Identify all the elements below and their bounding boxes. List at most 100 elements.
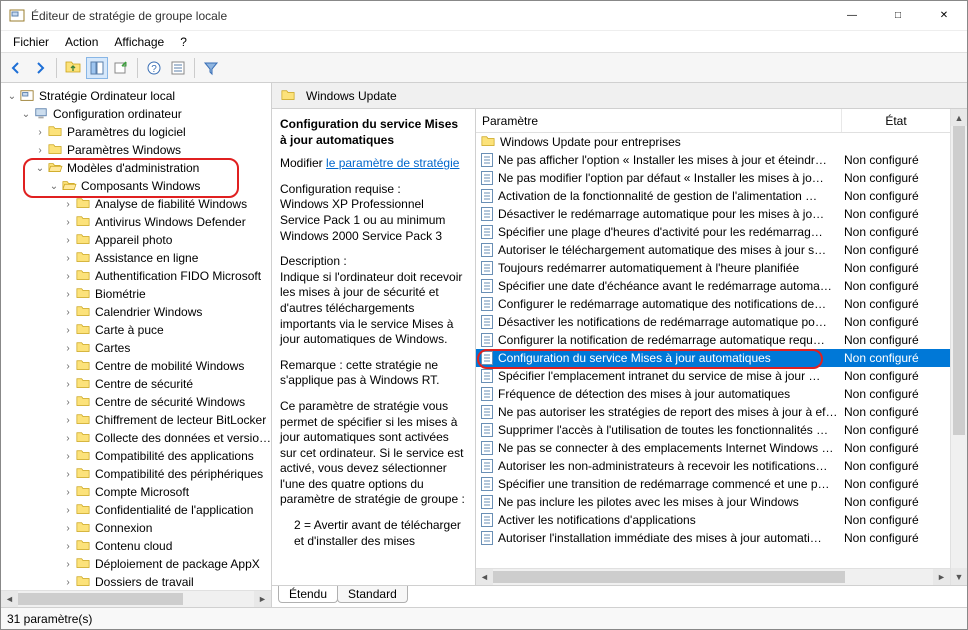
- list-row[interactable]: Activer les notifications d'applications…: [476, 511, 950, 529]
- list-scrollbar-vertical[interactable]: ▲ ▼: [950, 109, 967, 585]
- tree-item[interactable]: ›Carte à puce: [1, 321, 271, 339]
- tree-params-windows[interactable]: › Paramètres Windows: [1, 141, 271, 159]
- close-button[interactable]: ✕: [921, 1, 967, 30]
- list-row[interactable]: Ne pas se connecter à des emplacements I…: [476, 439, 950, 457]
- scroll-up-button[interactable]: ▲: [951, 109, 967, 126]
- tree-item[interactable]: ›Centre de mobilité Windows: [1, 357, 271, 375]
- list-row[interactable]: Spécifier une date d'échéance avant le r…: [476, 277, 950, 295]
- tree-item[interactable]: ›Confidentialité de l'application: [1, 501, 271, 519]
- expand-icon[interactable]: ›: [61, 253, 75, 264]
- list-scrollbar-horizontal[interactable]: ◄ ►: [476, 568, 950, 585]
- list-row[interactable]: Ne pas afficher l'option « Installer les…: [476, 151, 950, 169]
- maximize-button[interactable]: □: [875, 1, 921, 30]
- tree-root[interactable]: ⌄ Stratégie Ordinateur local: [1, 87, 271, 105]
- scroll-track[interactable]: [493, 569, 933, 585]
- scroll-left-button[interactable]: ◄: [476, 569, 493, 586]
- tree-item[interactable]: ›Assistance en ligne: [1, 249, 271, 267]
- tree-item[interactable]: ›Centre de sécurité Windows: [1, 393, 271, 411]
- tree-config-computer[interactable]: ⌄ Configuration ordinateur: [1, 105, 271, 123]
- edit-policy-link[interactable]: le paramètre de stratégie: [326, 156, 459, 170]
- expand-icon[interactable]: ›: [61, 217, 75, 228]
- column-state[interactable]: État: [842, 109, 950, 132]
- expand-icon[interactable]: ›: [61, 271, 75, 282]
- tree-modeles-admin[interactable]: ⌄ Modèles d'administration: [1, 159, 271, 177]
- back-button[interactable]: [5, 57, 27, 79]
- scroll-down-button[interactable]: ▼: [951, 568, 967, 585]
- list-row[interactable]: Ne pas autoriser les stratégies de repor…: [476, 403, 950, 421]
- tree-item[interactable]: ›Contenu cloud: [1, 537, 271, 555]
- list-row[interactable]: Spécifier une plage d'heures d'activité …: [476, 223, 950, 241]
- tree-item[interactable]: ›Analyse de fiabilité Windows: [1, 195, 271, 213]
- tree-item[interactable]: ›Compatibilité des périphériques: [1, 465, 271, 483]
- tree-item[interactable]: ›Antivirus Windows Defender: [1, 213, 271, 231]
- expand-icon[interactable]: ›: [61, 397, 75, 408]
- list-row[interactable]: Toujours redémarrer automatiquement à l'…: [476, 259, 950, 277]
- expand-icon[interactable]: ›: [61, 235, 75, 246]
- expand-icon[interactable]: ›: [61, 307, 75, 318]
- tree-item[interactable]: ›Connexion: [1, 519, 271, 537]
- list-row[interactable]: Autoriser les non-administrateurs à rece…: [476, 457, 950, 475]
- scroll-thumb[interactable]: [18, 593, 183, 605]
- tree-item[interactable]: ›Compte Microsoft: [1, 483, 271, 501]
- scroll-right-button[interactable]: ►: [254, 591, 271, 608]
- tree-item[interactable]: ›Compatibilité des applications: [1, 447, 271, 465]
- expand-icon[interactable]: ›: [61, 469, 75, 480]
- menu-view[interactable]: Affichage: [106, 33, 172, 51]
- tree-item[interactable]: ›Dossiers de travail: [1, 573, 271, 591]
- tree-item[interactable]: ›Cartes: [1, 339, 271, 357]
- tree-item[interactable]: ›Centre de sécurité: [1, 375, 271, 393]
- list-row[interactable]: Spécifier l'emplacement intranet du serv…: [476, 367, 950, 385]
- expand-icon[interactable]: ›: [33, 145, 47, 156]
- list-row[interactable]: Désactiver le redémarrage automatique po…: [476, 205, 950, 223]
- filter-button[interactable]: [200, 57, 222, 79]
- scroll-thumb[interactable]: [953, 126, 965, 435]
- expand-icon[interactable]: ›: [61, 487, 75, 498]
- menu-file[interactable]: Fichier: [5, 33, 57, 51]
- tree-item[interactable]: ›Collecte des données et versions: [1, 429, 271, 447]
- list-row[interactable]: Configurer la notification de redémarrag…: [476, 331, 950, 349]
- expand-icon[interactable]: ›: [61, 325, 75, 336]
- export-button[interactable]: [110, 57, 132, 79]
- tree-item[interactable]: ›Appareil photo: [1, 231, 271, 249]
- scroll-track[interactable]: [18, 591, 254, 607]
- collapse-icon[interactable]: ⌄: [47, 181, 61, 192]
- list-row[interactable]: Supprimer l'accès à l'utilisation de tou…: [476, 421, 950, 439]
- tab-extended[interactable]: Étendu: [278, 586, 338, 603]
- scroll-right-button[interactable]: ►: [933, 569, 950, 586]
- expand-icon[interactable]: ›: [61, 343, 75, 354]
- list-row[interactable]: Configurer le redémarrage automatique de…: [476, 295, 950, 313]
- collapse-icon[interactable]: ⌄: [33, 163, 47, 174]
- expand-icon[interactable]: ›: [61, 577, 75, 588]
- list-row[interactable]: Configuration du service Mises à jour au…: [476, 349, 950, 367]
- expand-icon[interactable]: ›: [61, 559, 75, 570]
- scroll-thumb[interactable]: [493, 571, 845, 583]
- tree-params-logiciel[interactable]: › Paramètres du logiciel: [1, 123, 271, 141]
- tab-standard[interactable]: Standard: [337, 586, 408, 603]
- minimize-button[interactable]: —: [829, 1, 875, 30]
- column-parameter[interactable]: Paramètre: [476, 109, 842, 132]
- list-row[interactable]: Autoriser l'installation immédiate des m…: [476, 529, 950, 547]
- list-row[interactable]: Ne pas inclure les pilotes avec les mise…: [476, 493, 950, 511]
- list-row[interactable]: Fréquence de détection des mises à jour …: [476, 385, 950, 403]
- expand-icon[interactable]: ›: [61, 541, 75, 552]
- tree-item[interactable]: ›Authentification FIDO Microsoft: [1, 267, 271, 285]
- show-tree-button[interactable]: [86, 57, 108, 79]
- expand-icon[interactable]: ›: [61, 451, 75, 462]
- tree-composants-windows[interactable]: ⌄ Composants Windows: [1, 177, 271, 195]
- policy-tree[interactable]: ⌄ Stratégie Ordinateur local ⌄ Configura…: [1, 83, 271, 607]
- collapse-icon[interactable]: ⌄: [19, 109, 33, 120]
- forward-button[interactable]: [29, 57, 51, 79]
- expand-icon[interactable]: ›: [61, 289, 75, 300]
- tree-item[interactable]: ›Chiffrement de lecteur BitLocker: [1, 411, 271, 429]
- expand-icon[interactable]: ›: [33, 127, 47, 138]
- tree-item[interactable]: ›Déploiement de package AppX: [1, 555, 271, 573]
- list-row[interactable]: Autoriser le téléchargement automatique …: [476, 241, 950, 259]
- list-row[interactable]: Spécifier une transition de redémarrage …: [476, 475, 950, 493]
- menu-action[interactable]: Action: [57, 33, 106, 51]
- list-folder-row[interactable]: Windows Update pour entreprises: [476, 133, 950, 151]
- expand-icon[interactable]: ›: [61, 379, 75, 390]
- up-level-button[interactable]: [62, 57, 84, 79]
- list-row[interactable]: Activation de la fonctionnalité de gesti…: [476, 187, 950, 205]
- tree-scrollbar-horizontal[interactable]: ◄ ►: [1, 590, 271, 607]
- scroll-track[interactable]: [951, 126, 967, 568]
